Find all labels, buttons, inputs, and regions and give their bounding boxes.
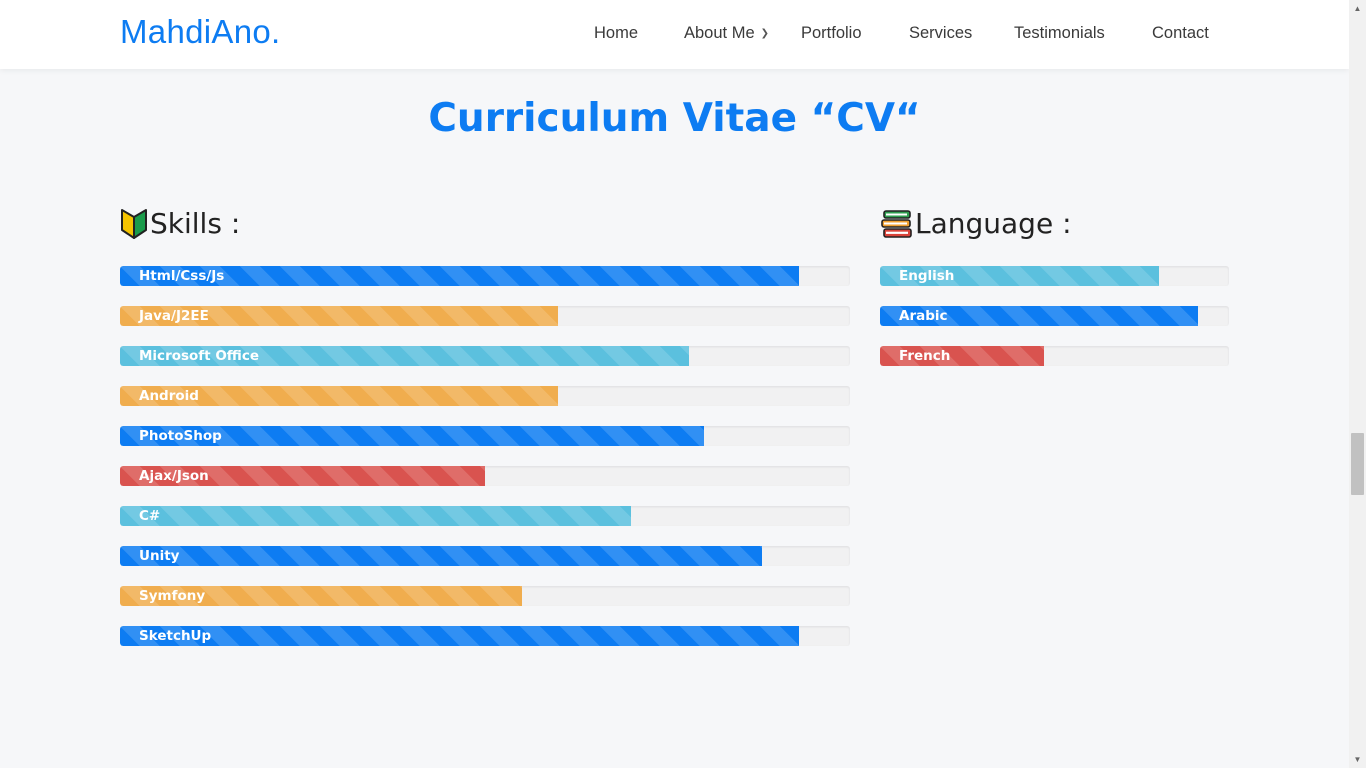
- skill-bar: Ajax/Json: [120, 466, 850, 486]
- skill-bar-label: Unity: [139, 548, 180, 564]
- chevron-down-icon: ❯: [760, 28, 770, 39]
- skill-bar-label: Ajax/Json: [139, 468, 209, 484]
- nav-testimonials[interactable]: Testimonials: [1014, 24, 1105, 43]
- language-bar-label: French: [899, 348, 951, 364]
- nav-about-me-label: About Me: [684, 24, 755, 42]
- skill-bar: Unity: [120, 546, 850, 566]
- skill-bar-label: PhotoShop: [139, 428, 222, 444]
- skill-bar: Html/Css/Js: [120, 266, 850, 286]
- page-title: Curriculum Vitae “CV“: [428, 96, 921, 141]
- skill-bar-fill: [120, 546, 763, 566]
- nav-about-me[interactable]: About Me ❯: [684, 24, 769, 43]
- language-bar: Arabic: [880, 306, 1229, 326]
- scroll-down-icon[interactable]: ▼: [1349, 751, 1366, 768]
- skill-bar-fill: [120, 626, 799, 646]
- navbar: MahdiAno. Home About Me ❯ Portfolio Servi…: [0, 0, 1349, 69]
- language-bar-label: Arabic: [899, 308, 948, 324]
- skill-bar: C#: [120, 506, 850, 526]
- nav-portfolio[interactable]: Portfolio: [801, 24, 862, 43]
- skill-bar: Android: [120, 386, 850, 406]
- skill-bar: Microsoft Office: [120, 346, 850, 366]
- skill-bar: SketchUp: [120, 626, 850, 646]
- language-bar: French: [880, 346, 1229, 366]
- beginner-mark-icon: [121, 208, 147, 239]
- skill-bar-label: SketchUp: [139, 628, 212, 644]
- language-list: English Arabic French: [880, 266, 1229, 386]
- scrollbar-thumb[interactable]: [1351, 433, 1364, 495]
- nav-services[interactable]: Services: [909, 24, 972, 43]
- skill-bar-label: Microsoft Office: [139, 348, 260, 364]
- skill-bar: Java/J2EE: [120, 306, 850, 326]
- nav-home[interactable]: Home: [594, 24, 638, 43]
- books-icon: [881, 209, 912, 238]
- scroll-up-icon[interactable]: ▲: [1349, 0, 1366, 17]
- skill-bar-label: Symfony: [139, 588, 206, 604]
- scrollbar[interactable]: ▲ ▼: [1349, 0, 1366, 768]
- skill-bar-label: Html/Css/Js: [139, 268, 225, 284]
- skill-bar: PhotoShop: [120, 426, 850, 446]
- language-heading: Language :: [881, 207, 1072, 240]
- skill-bar-label: C#: [139, 508, 161, 524]
- skills-list: Html/Css/Js Java/J2EE Microsoft Office Andr…: [120, 266, 850, 666]
- language-heading-text: Language :: [915, 207, 1072, 240]
- language-bar: English: [880, 266, 1229, 286]
- skill-bar-fill: [120, 506, 631, 526]
- brand-logo[interactable]: MahdiAno.: [120, 13, 280, 51]
- skill-bar-label: Android: [139, 388, 199, 404]
- skills-heading: Skills :: [120, 207, 240, 240]
- language-bar-label: English: [899, 268, 955, 284]
- nav-contact[interactable]: Contact: [1152, 24, 1209, 43]
- skills-heading-text: Skills :: [150, 207, 241, 240]
- skill-bar-label: Java/J2EE: [139, 308, 209, 324]
- skill-bar: Symfony: [120, 586, 850, 606]
